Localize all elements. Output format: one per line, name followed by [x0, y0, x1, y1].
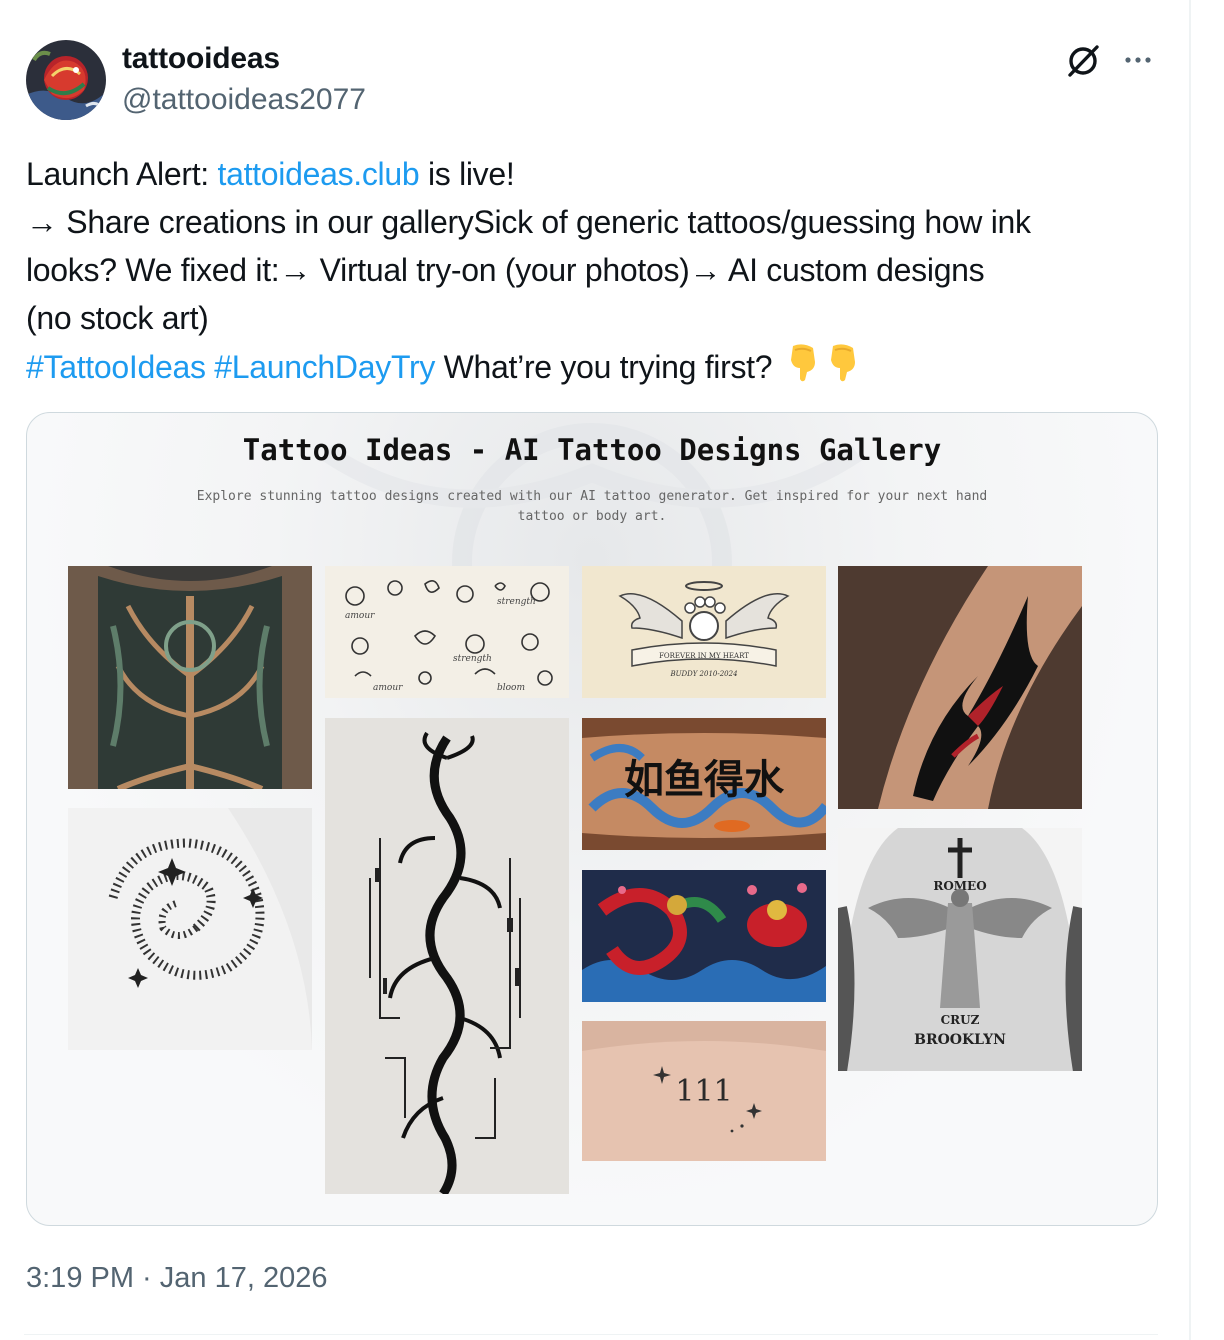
tweet-text-segment: is live!: [419, 156, 515, 192]
flash-label: strength: [453, 654, 492, 664]
point-down-emoji: [825, 342, 861, 395]
back-tattoo-mid-text: CRUZ: [941, 1013, 980, 1027]
tweet-text: Launch Alert: tattoideas.club is live! →…: [26, 150, 1166, 395]
gallery-image-kanji-koi-tattoo[interactable]: 如鱼得水: [582, 718, 826, 850]
tweet-text-segment: Launch Alert:: [26, 156, 218, 192]
gallery-subtitle: Explore stunning tattoo designs created …: [162, 487, 1022, 527]
hashtag-tattooideas[interactable]: #TattooIdeas: [26, 349, 206, 385]
kanji-text: 如鱼得水: [624, 757, 785, 803]
flash-label: amour: [373, 683, 403, 693]
flash-label: amour: [345, 611, 375, 621]
gallery-image-memorial-paw-tattoo[interactable]: FOREVER IN MY HEART BUDDY 2010-2024: [582, 566, 826, 698]
hashtag-launchdaytry[interactable]: #LaunchDayTry: [214, 349, 435, 385]
tweet-line-3: looks? We fixed it:→ Virtual try-on (you…: [26, 252, 985, 288]
gallery-image-111-tattoo[interactable]: 111: [582, 1021, 826, 1161]
flash-label: bloom: [497, 683, 525, 693]
tweet-text-segment: What’re you trying first?: [435, 349, 781, 385]
gallery-image-dragon-koi-tattoo[interactable]: [582, 870, 826, 1002]
gallery-subtitle-line: tattoo or body art.: [517, 509, 667, 524]
point-down-emoji: [785, 342, 821, 395]
gallery-subtitle-line: Explore stunning tattoo designs created …: [196, 489, 988, 504]
divider: [24, 1334, 1158, 1335]
memorial-dates-text: BUDDY 2010-2024: [669, 670, 737, 678]
gallery-image-circuit-vine-tattoo[interactable]: [325, 718, 569, 1194]
gallery-image-flash-sheet[interactable]: amour strength strength amour bloom: [325, 566, 569, 698]
number-tattoo-text: 111: [675, 1074, 732, 1109]
grok-icon[interactable]: [1064, 42, 1102, 80]
gallery-title: Tattoo Ideas - AI Tattoo Designs Gallery: [242, 433, 942, 467]
gallery-image-flame-tribal-tattoo[interactable]: [838, 566, 1082, 809]
flash-label: strength: [497, 597, 536, 607]
tweet-line-5: #TattooIdeas #LaunchDayTry What’re you t…: [26, 342, 1166, 395]
column-border: [1189, 0, 1191, 1340]
memorial-banner-text: FOREVER IN MY HEART: [659, 652, 749, 660]
tweet-line-1: Launch Alert: tattoideas.club is live!: [26, 150, 1166, 198]
back-tattoo-bottom-text: BROOKLYN: [914, 1032, 1006, 1048]
gallery-image-angel-back-tattoo[interactable]: ROMEO CRUZ BROOKLYN: [838, 828, 1082, 1071]
gallery-image-tree-back-tattoo[interactable]: [68, 566, 312, 789]
author-handle[interactable]: @tattooideas2077: [122, 83, 366, 117]
avatar[interactable]: [26, 40, 106, 120]
more-icon[interactable]: [1120, 45, 1160, 75]
media-card[interactable]: Tattoo Ideas - AI Tattoo Designs Gallery…: [26, 412, 1158, 1226]
author-display-name[interactable]: tattooideas: [122, 42, 280, 76]
tweet-line-2: → Share creations in our gallerySick of …: [26, 204, 1031, 240]
tweet-line-4: (no stock art): [26, 300, 209, 336]
site-link[interactable]: tattoideas.club: [218, 156, 420, 192]
gallery-image-galaxy-tattoo[interactable]: [68, 808, 312, 1050]
tweet-timestamp[interactable]: 3:19 PM · Jan 17, 2026: [26, 1262, 327, 1295]
